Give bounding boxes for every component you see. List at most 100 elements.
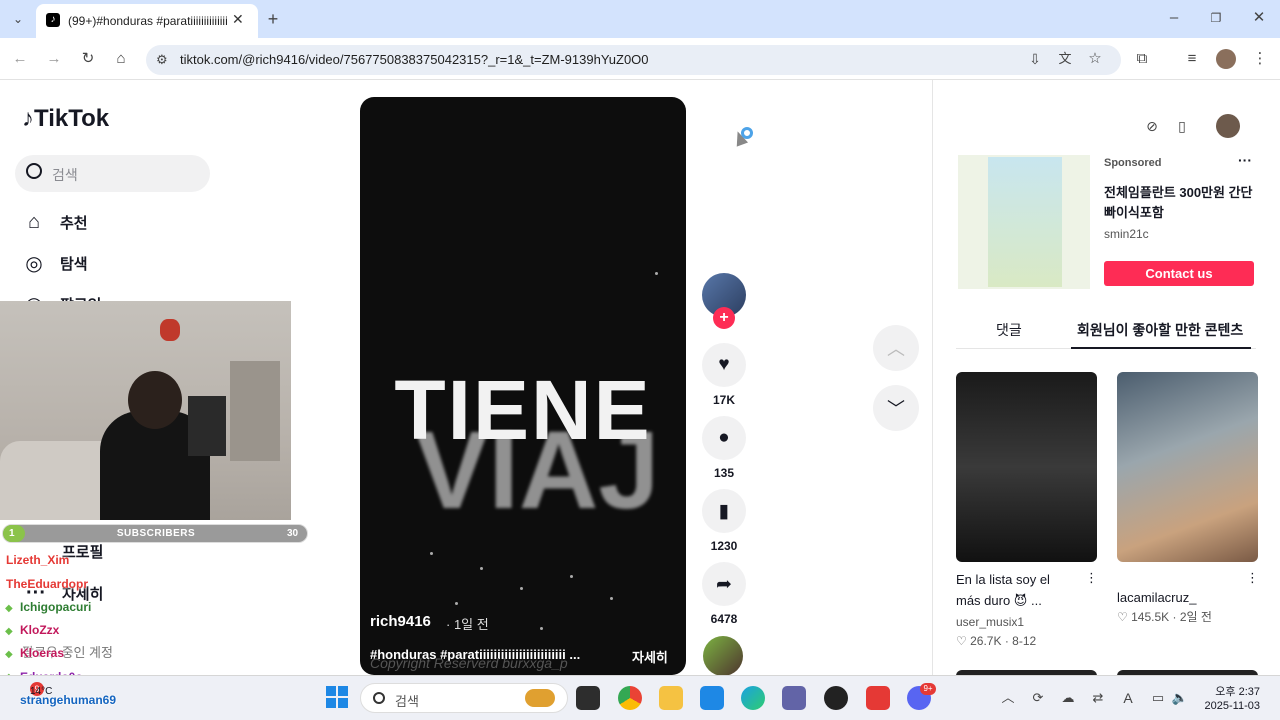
sponsored-label: Sponsored [1104,157,1162,169]
chat-username: Ichigopacuri [20,600,92,614]
save-count: 1230 [710,539,738,553]
recommended-video-thumbnail[interactable] [1117,372,1258,562]
ad-handle[interactable]: smin21c [1104,227,1149,241]
tray-sync-icon[interactable]: ⟳ [1028,688,1048,708]
recommended-video-thumbnail[interactable] [956,372,1097,562]
ad-title[interactable]: 전체임플란트 300만원 간단 빠이식포함 [1104,183,1254,223]
comment-count: 135 [713,466,735,480]
recommended-video-stats: ♡ 145.5K · 2일 전 [1117,610,1212,624]
share-button[interactable]: ➦ 6478 [701,562,747,626]
video-overlay-text: TIENE [394,363,652,457]
video-player[interactable]: VIAJ TIENE rich9416 · 1일 전 #honduras #pa… [360,97,686,675]
webcam-overlay [0,301,291,520]
clock-date[interactable]: 2025-11-03 [1190,700,1260,712]
subscriber-label: SUBSCRIBERS [116,528,196,539]
tab-recommended[interactable]: 회원님이 좋아할 만한 콘텐츠 [1077,320,1243,340]
active-tab-indicator [1071,347,1251,349]
heart-icon: ♥ [702,343,746,387]
contact-us-button[interactable]: Contact us [1104,261,1254,286]
chat-username: TheEduardopr [6,577,89,591]
forward-icon[interactable]: → [44,49,64,69]
user-avatar[interactable] [1216,114,1240,138]
new-tab-icon[interactable]: + [263,9,283,29]
edge-icon[interactable] [741,686,765,710]
close-window-icon[interactable]: ✕ [1249,8,1269,28]
tab-comments[interactable]: 댓글 [996,320,1022,340]
follow-plus-button[interactable]: + [713,307,735,329]
discord-badge: 9+ [920,683,936,695]
nav-item-explore[interactable]: ◎ 탐색 [20,248,87,278]
like-count: 17K [712,393,735,407]
save-button[interactable]: ▮ 1230 [701,489,747,553]
task-view-icon[interactable] [576,686,600,710]
previous-video-button[interactable]: ︿ [873,325,919,371]
share-count: 6478 [710,612,738,626]
music-disc-avatar[interactable] [703,636,743,676]
chat-badge-icon: ◆ [5,626,13,637]
tray-cloud-icon[interactable]: ☁ [1058,688,1078,708]
media-control-icon[interactable]: ≡ [1182,49,1202,69]
video-watermark: Copyright Reserverd burxxga_p [370,655,568,671]
file-explorer-icon[interactable] [659,686,683,710]
teams-icon[interactable] [782,686,806,710]
profile-avatar[interactable] [1216,49,1236,69]
ad-thumbnail-image [988,157,1062,287]
search-placeholder: 검색 [52,167,78,183]
chat-badge-icon: ◆ [5,649,13,660]
next-video-button[interactable]: ﹀ [873,385,919,431]
comment-icon: ● [702,416,746,460]
home-icon[interactable]: ⌂ [111,49,131,69]
bookmark-star-icon[interactable]: ☆ [1085,49,1105,69]
recommended-video-user[interactable]: user_musix1 [956,615,1024,629]
minimize-icon[interactable]: – [1164,8,1184,28]
start-windows-icon[interactable] [326,686,348,708]
tray-network-icon[interactable]: ⇄ [1088,688,1108,708]
loading-spinner-icon [741,127,753,139]
subscriber-goal-bar: 1 SUBSCRIBERS 30 [2,524,308,543]
app-red-icon[interactable] [866,686,890,710]
chat-username: Kloeras [20,646,65,660]
search-input[interactable]: 검색 [15,155,210,192]
device-icon[interactable]: ▯ [1172,116,1192,136]
taskbar-search-input[interactable]: 검색 [360,683,568,713]
tray-volume-icon[interactable]: 🔈 [1170,688,1190,708]
discover-icon[interactable]: ⊘ [1142,116,1162,136]
recommended-video-stats: ♡ 26.7K · 8-12 [956,634,1037,648]
browser-menu-icon[interactable]: ⋮ [1250,49,1270,69]
browser-tab[interactable]: ♪ (99+)#honduras #paratiiiiiiiiiiiiiii ✕ [36,4,258,38]
obs-icon[interactable] [824,686,848,710]
tab-search-chevron-icon[interactable]: ⌄ [8,9,28,29]
tray-input-icon[interactable]: A [1118,688,1138,708]
video-author[interactable]: rich9416 [370,613,431,630]
heart-outline-icon: ♡ [1117,610,1128,624]
tab-close-icon[interactable]: ✕ [232,11,244,28]
url-text: tiktok.com/@rich9416/video/7567750838375… [180,52,649,67]
like-button[interactable]: ♥ 17K [701,343,747,407]
recommended-video-title[interactable]: En la lista soy el más duro 😈 ... [956,569,1076,611]
search-highlight-icon [525,689,555,707]
recommended-more-icon[interactable]: ⋮ [1085,570,1098,586]
chrome-icon[interactable] [618,686,642,710]
site-info-icon[interactable]: ⚙ [156,52,168,68]
address-bar[interactable]: ⚙ tiktok.com/@rich9416/video/75677508383… [146,45,1121,75]
install-app-icon[interactable]: ⇩ [1025,49,1045,69]
comment-button[interactable]: ● 135 [701,416,747,480]
tray-display-icon[interactable]: ▭ [1148,688,1168,708]
store-icon[interactable] [700,686,724,710]
back-icon[interactable]: ← [10,49,30,69]
tiktok-logo[interactable]: ♪TikTok [22,105,109,133]
restore-icon[interactable]: ❐ [1206,8,1226,28]
clock-time[interactable]: 오후 2:37 [1200,683,1260,699]
recommended-video-title[interactable]: lacamilacruz_ [1117,587,1196,608]
search-icon [373,692,385,704]
ad-more-icon[interactable]: ··· [1238,152,1252,168]
bookmark-icon: ▮ [702,489,746,533]
recommended-more-icon[interactable]: ⋮ [1246,570,1259,586]
reload-icon[interactable]: ↻ [78,49,98,69]
extensions-icon[interactable]: ⧉ [1132,49,1152,69]
translate-icon[interactable]: 文 [1055,49,1075,69]
nav-item-home[interactable]: ⌂ 추천 [20,207,88,237]
tray-chevron-icon[interactable]: ︿ [998,688,1018,708]
chat-username: KloZzx [20,623,60,637]
chat-username: strangehuman69 [20,693,117,707]
